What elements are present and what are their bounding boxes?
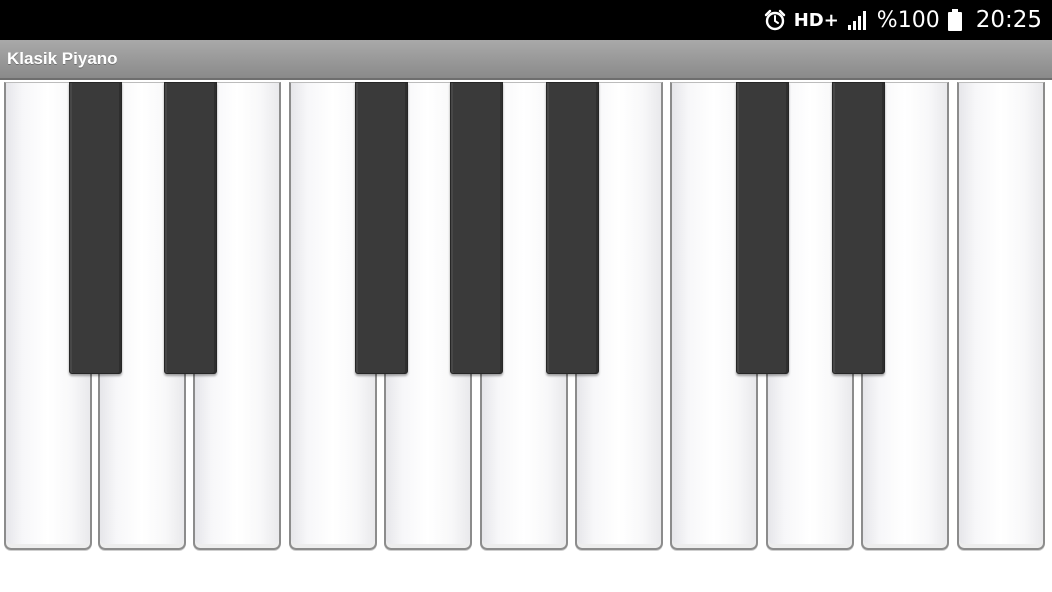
battery-icon <box>947 9 962 31</box>
black-key-4[interactable] <box>450 82 503 374</box>
black-key-7[interactable] <box>832 82 885 374</box>
clock: 20:25 <box>975 7 1042 33</box>
black-key-3[interactable] <box>355 82 408 374</box>
black-key-6[interactable] <box>736 82 789 374</box>
hd-indicator: HD+ <box>793 9 839 31</box>
black-key-2[interactable] <box>164 82 217 374</box>
app-title: Klasik Piyano <box>7 49 118 68</box>
app-title-bar: Klasik Piyano <box>0 40 1052 80</box>
battery-percentage: %100 <box>876 7 940 33</box>
white-key-11[interactable] <box>957 82 1045 550</box>
signal-icon <box>847 9 869 31</box>
black-key-1[interactable] <box>69 82 122 374</box>
status-bar: HD+ %100 20:25 <box>0 0 1052 40</box>
alarm-icon <box>764 9 786 31</box>
black-key-5[interactable] <box>546 82 599 374</box>
piano-keyboard <box>0 82 1052 552</box>
